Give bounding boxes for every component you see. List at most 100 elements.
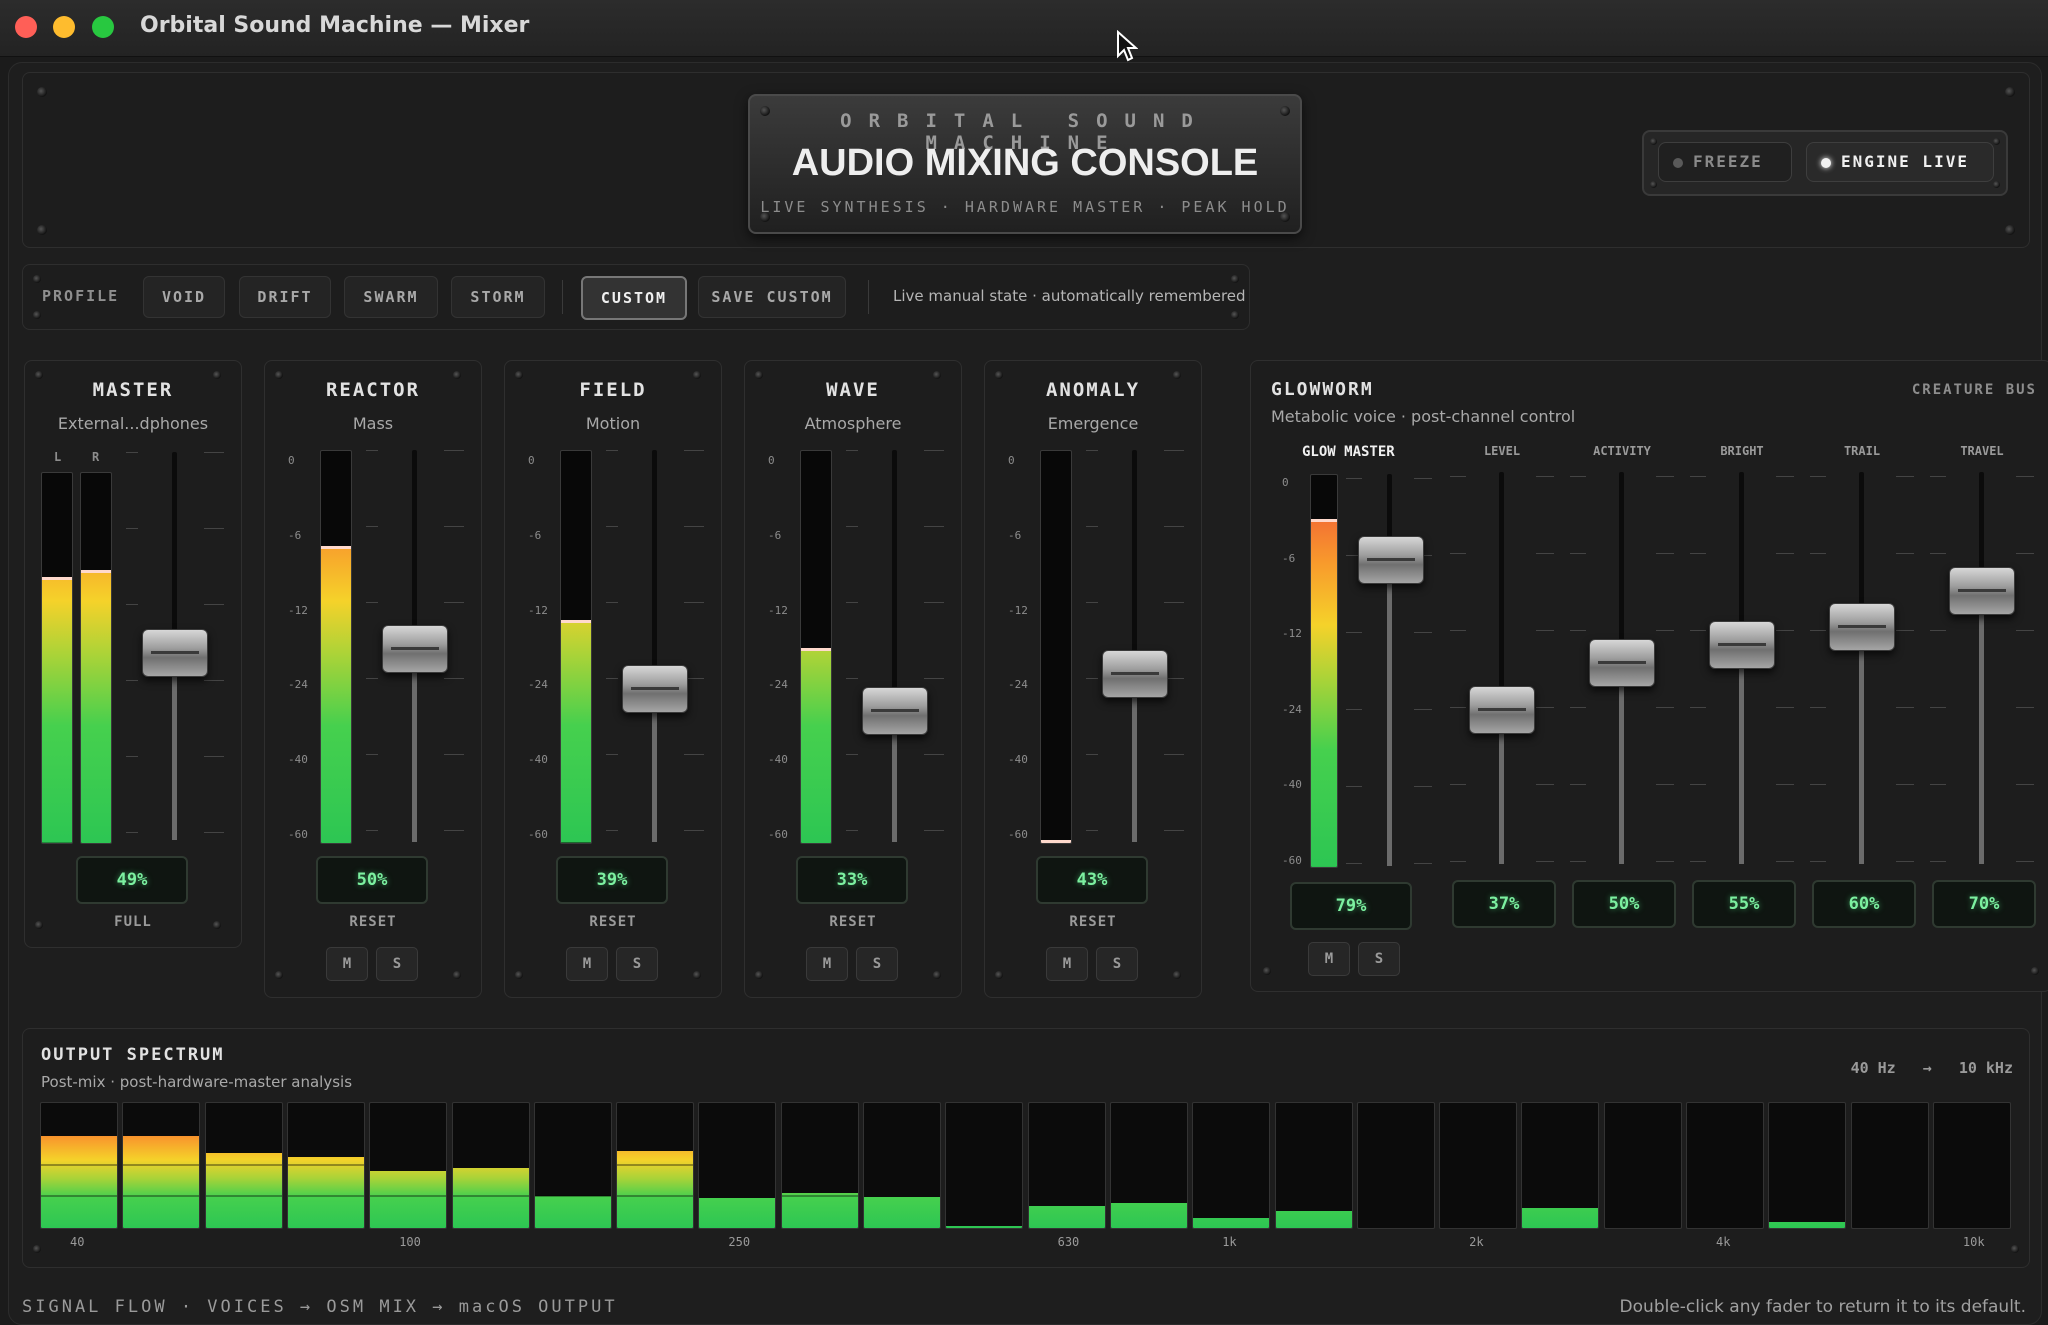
- zoom-window-button[interactable]: [92, 16, 114, 38]
- channel-fader[interactable]: [382, 625, 448, 673]
- channel-fader[interactable]: [142, 628, 208, 677]
- glow-control-fader[interactable]: [1589, 639, 1655, 687]
- channel-fader[interactable]: [622, 664, 688, 713]
- glow-control-track[interactable]: [1859, 472, 1864, 864]
- scale-tick: [1690, 707, 1706, 708]
- band-level: [699, 1198, 776, 1228]
- scale-label: -24: [528, 678, 548, 692]
- level-readout: 43%: [1036, 856, 1148, 904]
- fader-track[interactable]: [652, 450, 657, 842]
- band-level: [864, 1196, 940, 1228]
- scale-tick: [1690, 861, 1706, 862]
- scale-tick: [1164, 754, 1184, 755]
- reset-button[interactable]: RESET: [265, 914, 481, 930]
- scale-tick: [444, 602, 464, 603]
- mute-button[interactable]: M: [326, 947, 368, 981]
- glow-master-fader[interactable]: [1358, 536, 1424, 585]
- solo-button[interactable]: S: [856, 947, 898, 981]
- glow-solo-button[interactable]: S: [1358, 942, 1400, 976]
- profile-swarm-button[interactable]: SWARM: [344, 276, 438, 318]
- profile-status-text: Live manual state · automatically rememb…: [893, 287, 1246, 305]
- glow-control-fader[interactable]: [1709, 620, 1775, 669]
- frequency-label: 40: [70, 1235, 85, 1249]
- scale-tick: [1776, 476, 1794, 477]
- scale-tick: [606, 678, 618, 679]
- glow-control-track[interactable]: [1499, 472, 1504, 864]
- scale-tick: [1164, 602, 1184, 603]
- scale-label: -60: [768, 828, 788, 841]
- glow-control-fader[interactable]: [1949, 566, 2015, 615]
- scale-tick: [1656, 476, 1674, 477]
- save-custom-button[interactable]: SAVE CUSTOM: [698, 276, 846, 318]
- channel-source: Emergence: [1047, 414, 1139, 433]
- scale-tick: [366, 830, 378, 831]
- reset-button[interactable]: RESET: [985, 914, 1201, 930]
- glow-control-readout: 37%: [1452, 880, 1556, 928]
- scale-tick: [1896, 553, 1914, 554]
- glow-mute-button[interactable]: M: [1308, 942, 1350, 976]
- scale-tick: [366, 678, 378, 679]
- scale-tick: [126, 528, 138, 529]
- screw-icon: [275, 971, 283, 979]
- screw-icon: [693, 971, 701, 979]
- spectrum-band: [286, 1102, 365, 1229]
- fader-track[interactable]: [892, 450, 897, 842]
- mute-button[interactable]: M: [566, 947, 608, 981]
- spectrum-band: [1109, 1102, 1188, 1229]
- channel-fader[interactable]: [862, 686, 928, 735]
- scale-tick: [1776, 553, 1794, 554]
- scale-tick: [1346, 786, 1362, 787]
- window-title: Orbital Sound Machine — Mixer: [140, 13, 530, 38]
- scale-tick: [1690, 476, 1706, 477]
- close-window-button[interactable]: [15, 16, 37, 38]
- engine-live-button[interactable]: ENGINE LIVE: [1806, 142, 1994, 182]
- scale-tick: [1810, 476, 1826, 477]
- reset-button[interactable]: RESET: [745, 914, 961, 930]
- scale-tick: [1570, 476, 1586, 477]
- spectrum-band: [1521, 1102, 1600, 1229]
- band-level: [1769, 1221, 1846, 1228]
- solo-button[interactable]: S: [616, 947, 658, 981]
- scale-tick: [1656, 630, 1674, 631]
- screw-icon: [515, 971, 523, 979]
- solo-button[interactable]: S: [1096, 947, 1138, 981]
- scale-tick: [1346, 709, 1362, 710]
- scale-label: -24: [288, 678, 308, 692]
- scale-tick: [2016, 707, 2034, 708]
- glow-master-track[interactable]: [1387, 474, 1392, 866]
- glow-control-track[interactable]: [1979, 472, 1984, 864]
- screw-icon: [33, 275, 41, 283]
- profile-storm-button[interactable]: STORM: [451, 276, 545, 318]
- profile-drift-button[interactable]: DRIFT: [239, 276, 331, 318]
- scale-label: -12: [1282, 627, 1302, 640]
- scale-tick: [126, 604, 138, 605]
- glow-control-fader[interactable]: [1829, 602, 1895, 651]
- fader-track[interactable]: [1132, 450, 1137, 842]
- scale-tick: [444, 830, 464, 831]
- full-button[interactable]: FULL: [25, 914, 241, 930]
- scale-tick: [1414, 786, 1432, 787]
- glow-control-fader[interactable]: [1469, 686, 1535, 735]
- profile-custom-button[interactable]: CUSTOM: [581, 276, 687, 320]
- channel-fader[interactable]: [1102, 650, 1168, 699]
- mute-button[interactable]: M: [806, 947, 848, 981]
- reset-button[interactable]: RESET: [505, 914, 721, 930]
- glow-control-label: TRAVEL: [1960, 444, 2004, 458]
- solo-button[interactable]: S: [376, 947, 418, 981]
- band-segment: [205, 1163, 282, 1166]
- fader-fill: [412, 648, 417, 842]
- channel-name: MASTER: [92, 379, 174, 401]
- channel-meter: [560, 450, 592, 844]
- engine-controls: FREEZE ENGINE LIVE: [1642, 130, 2008, 196]
- engine-live-label: ENGINE LIVE: [1841, 152, 1969, 171]
- mute-button[interactable]: M: [1046, 947, 1088, 981]
- peak-hold: [321, 546, 351, 549]
- scale-tick: [126, 832, 138, 833]
- profile-void-button[interactable]: VOID: [143, 276, 225, 318]
- minimize-window-button[interactable]: [53, 16, 75, 38]
- spectrum-band: [698, 1102, 777, 1229]
- scale-tick: [126, 680, 138, 681]
- scale-tick: [1450, 707, 1466, 708]
- freeze-button[interactable]: FREEZE: [1658, 142, 1792, 182]
- scale-tick: [924, 678, 944, 679]
